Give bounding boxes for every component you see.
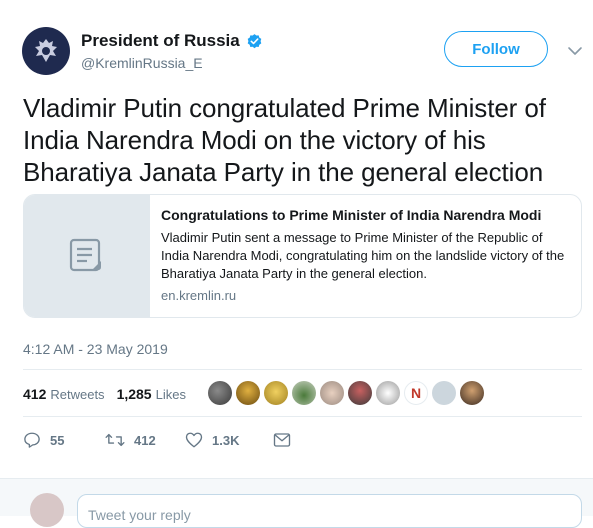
liker-avatar[interactable] <box>292 381 316 405</box>
verified-icon <box>247 33 262 48</box>
liker-avatar[interactable] <box>236 381 260 405</box>
user-avatar[interactable] <box>30 493 64 527</box>
retweets-count: 412 <box>23 386 47 402</box>
liker-avatar[interactable] <box>348 381 372 405</box>
likes-label: Likes <box>155 386 186 402</box>
divider <box>23 369 582 370</box>
card-description: Vladimir Putin sent a message to Prime M… <box>161 230 565 281</box>
card-thumbnail <box>24 195 150 317</box>
reply-icon <box>24 432 40 448</box>
liker-avatars: N <box>208 381 484 405</box>
liker-avatar[interactable]: N <box>404 381 428 405</box>
like-action[interactable]: 1.3K <box>185 431 273 449</box>
likes-stat[interactable]: 1,285 Likes <box>117 386 186 402</box>
follow-button[interactable]: Follow <box>444 31 548 67</box>
liker-avatar[interactable] <box>460 381 484 405</box>
like-count: 1.3K <box>212 432 240 448</box>
message-action[interactable] <box>273 432 291 448</box>
chevron-down-icon[interactable] <box>566 42 584 60</box>
likes-count: 1,285 <box>116 386 152 402</box>
reply-count: 55 <box>50 432 65 448</box>
liker-avatar[interactable] <box>264 381 288 405</box>
card-domain: en.kremlin.ru <box>161 288 237 303</box>
heart-icon <box>185 432 203 448</box>
tweet-actions: 55 412 1.3K <box>23 431 291 449</box>
reply-action[interactable]: 55 <box>23 431 105 449</box>
link-card[interactable]: Congratulations to Prime Minister of Ind… <box>23 194 582 318</box>
coat-of-arms-icon <box>35 39 57 62</box>
retweets-stat[interactable]: 412 Retweets <box>23 386 105 402</box>
tweet-text: Vladimir Putin congratulated Prime Minis… <box>23 93 546 187</box>
engagement-stats: 412 Retweets 1,285 Likes <box>23 386 198 402</box>
retweet-action[interactable]: 412 <box>105 431 185 449</box>
liker-avatar[interactable] <box>376 381 400 405</box>
retweets-label: Retweets <box>50 386 105 402</box>
tweet-timestamp[interactable]: 4:12 AM - 23 May 2019 <box>23 341 168 357</box>
message-icon <box>273 433 291 447</box>
document-icon <box>69 238 101 272</box>
liker-avatar[interactable] <box>432 381 456 405</box>
divider <box>23 416 582 417</box>
account-handle[interactable]: @KremlinRussia_E <box>81 55 203 71</box>
liker-avatar[interactable] <box>320 381 344 405</box>
retweet-icon <box>105 433 125 447</box>
account-name[interactable]: President of Russia <box>81 31 240 51</box>
card-title[interactable]: Congratulations to Prime Minister of Ind… <box>161 207 571 223</box>
liker-avatar[interactable] <box>208 381 232 405</box>
account-avatar[interactable] <box>22 27 70 75</box>
retweet-count: 412 <box>134 432 156 448</box>
reply-input[interactable]: Tweet your reply <box>77 494 582 528</box>
